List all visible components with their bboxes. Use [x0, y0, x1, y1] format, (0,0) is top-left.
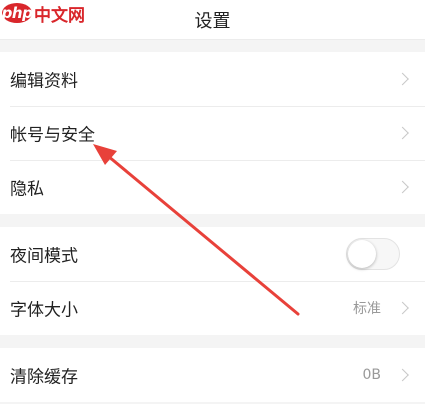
night-mode-row: 夜间模式 [0, 227, 425, 281]
privacy-row[interactable]: 隐私 [0, 160, 425, 214]
night-mode-label: 夜间模式 [10, 246, 78, 267]
chevron-right-icon [396, 180, 409, 194]
clear-cache-label: 清除缓存 [10, 367, 78, 388]
font-size-row[interactable]: 字体大小 标准 [0, 281, 425, 335]
clear-cache-row[interactable]: 清除缓存 0B [0, 348, 425, 402]
account-security-row[interactable]: 帐号与安全 [0, 106, 425, 160]
night-mode-toggle[interactable] [346, 238, 400, 270]
navigation-bar: php 中文网 设置 [0, 0, 425, 40]
toggle-knob [348, 240, 376, 268]
edit-profile-row[interactable]: 编辑资料 [0, 52, 425, 106]
font-size-value: 标准 [353, 301, 381, 317]
account-security-label: 帐号与安全 [10, 125, 95, 146]
account-settings-group: 编辑资料 帐号与安全 隐私 [0, 52, 425, 214]
chevron-right-icon [396, 72, 409, 86]
chevron-right-icon [396, 301, 409, 315]
cache-size-value: 0B [362, 367, 381, 383]
chevron-right-icon [396, 368, 409, 382]
display-settings-group: 夜间模式 字体大小 标准 [0, 227, 425, 335]
font-size-label: 字体大小 [10, 300, 78, 321]
storage-settings-group: 清除缓存 0B [0, 348, 425, 402]
privacy-label: 隐私 [10, 179, 44, 200]
edit-profile-label: 编辑资料 [10, 71, 78, 92]
chevron-right-icon [396, 126, 409, 140]
page-title: 设置 [194, 11, 231, 32]
